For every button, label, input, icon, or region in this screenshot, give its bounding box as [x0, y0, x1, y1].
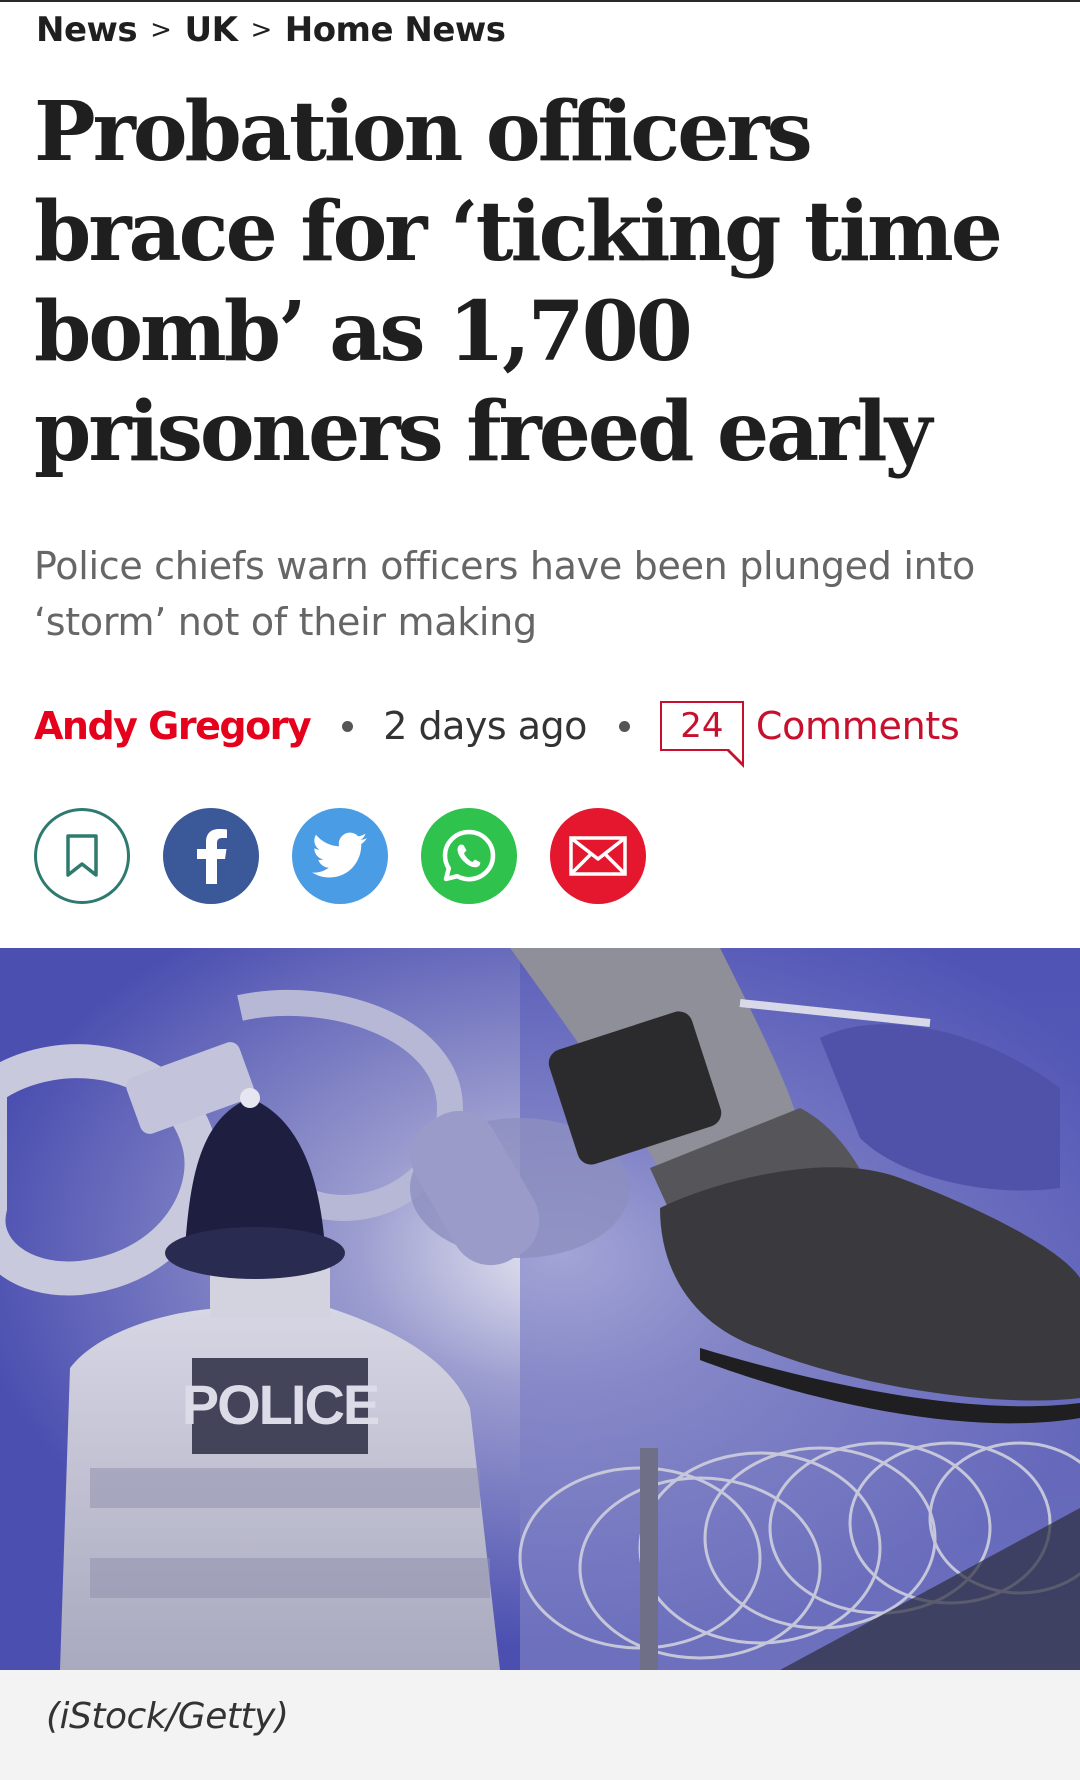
facebook-share-button[interactable]: [163, 808, 259, 904]
image-caption-bar: (iStock/Getty): [0, 1670, 1080, 1780]
twitter-share-button[interactable]: [292, 808, 388, 904]
comments-label: Comments: [755, 704, 960, 748]
breadcrumb-home-news[interactable]: Home News: [285, 10, 506, 50]
email-share-button[interactable]: [550, 808, 646, 904]
article-headline: Probation officers brace for ‘ticking ti…: [34, 84, 1003, 480]
email-icon: [569, 836, 627, 876]
bookmark-icon: [66, 834, 98, 877]
police-jacket-text: POLICE: [182, 1373, 379, 1436]
breadcrumb-news[interactable]: News: [36, 10, 138, 50]
breadcrumb-separator: >: [250, 15, 272, 45]
byline-dot: [342, 720, 354, 732]
author-link[interactable]: Andy Gregory: [34, 704, 312, 748]
publish-time: 2 days ago: [383, 704, 587, 748]
twitter-icon: [312, 832, 368, 878]
byline: Andy Gregory 2 days ago 24 Comments: [34, 696, 960, 768]
breadcrumb-separator: >: [150, 15, 172, 45]
byline-dot: [618, 720, 630, 732]
share-bar: [34, 808, 679, 904]
article-standfirst: Police chiefs warn officers have been pl…: [34, 544, 975, 644]
comments-link[interactable]: 24 Comments: [659, 701, 960, 768]
top-border: [0, 0, 1080, 2]
whatsapp-share-button[interactable]: [421, 808, 517, 904]
comment-count: 24: [680, 706, 724, 746]
breadcrumb: News > UK > Home News: [36, 10, 506, 50]
hero-image: POLICE: [0, 948, 1080, 1670]
image-caption: (iStock/Getty): [46, 1696, 289, 1737]
bookmark-button[interactable]: [34, 808, 130, 904]
whatsapp-icon: [442, 829, 496, 882]
facebook-icon: [197, 829, 227, 884]
comment-count-bubble-icon: 24: [659, 701, 745, 768]
breadcrumb-uk[interactable]: UK: [184, 10, 237, 50]
